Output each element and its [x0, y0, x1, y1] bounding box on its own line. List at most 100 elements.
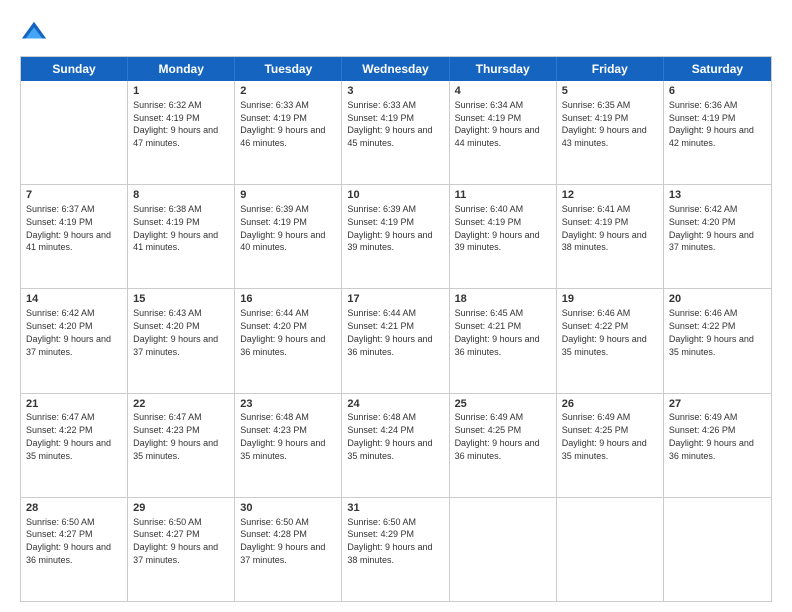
calendar-cell: 30Sunrise: 6:50 AM Sunset: 4:28 PM Dayli… — [235, 498, 342, 601]
header-day-tuesday: Tuesday — [235, 57, 342, 81]
calendar-cell: 18Sunrise: 6:45 AM Sunset: 4:21 PM Dayli… — [450, 289, 557, 392]
day-info: Sunrise: 6:48 AM Sunset: 4:24 PM Dayligh… — [347, 412, 432, 460]
page: SundayMondayTuesdayWednesdayThursdayFrid… — [0, 0, 792, 612]
day-number: 15 — [133, 292, 229, 307]
day-info: Sunrise: 6:41 AM Sunset: 4:19 PM Dayligh… — [562, 204, 647, 252]
calendar-cell: 19Sunrise: 6:46 AM Sunset: 4:22 PM Dayli… — [557, 289, 664, 392]
calendar-cell: 16Sunrise: 6:44 AM Sunset: 4:20 PM Dayli… — [235, 289, 342, 392]
calendar-cell: 22Sunrise: 6:47 AM Sunset: 4:23 PM Dayli… — [128, 394, 235, 497]
day-info: Sunrise: 6:44 AM Sunset: 4:21 PM Dayligh… — [347, 308, 432, 356]
day-number: 5 — [562, 84, 658, 99]
calendar: SundayMondayTuesdayWednesdayThursdayFrid… — [20, 56, 772, 602]
calendar-cell: 13Sunrise: 6:42 AM Sunset: 4:20 PM Dayli… — [664, 185, 771, 288]
calendar-cell — [21, 81, 128, 184]
calendar-row-5: 28Sunrise: 6:50 AM Sunset: 4:27 PM Dayli… — [21, 498, 771, 601]
day-info: Sunrise: 6:47 AM Sunset: 4:22 PM Dayligh… — [26, 412, 111, 460]
calendar-cell: 20Sunrise: 6:46 AM Sunset: 4:22 PM Dayli… — [664, 289, 771, 392]
header-day-saturday: Saturday — [664, 57, 771, 81]
day-info: Sunrise: 6:34 AM Sunset: 4:19 PM Dayligh… — [455, 100, 540, 148]
calendar-row-4: 21Sunrise: 6:47 AM Sunset: 4:22 PM Dayli… — [21, 394, 771, 498]
calendar-cell: 17Sunrise: 6:44 AM Sunset: 4:21 PM Dayli… — [342, 289, 449, 392]
day-number: 29 — [133, 501, 229, 516]
day-info: Sunrise: 6:38 AM Sunset: 4:19 PM Dayligh… — [133, 204, 218, 252]
calendar-cell — [557, 498, 664, 601]
calendar-cell — [664, 498, 771, 601]
calendar-row-3: 14Sunrise: 6:42 AM Sunset: 4:20 PM Dayli… — [21, 289, 771, 393]
calendar-cell: 25Sunrise: 6:49 AM Sunset: 4:25 PM Dayli… — [450, 394, 557, 497]
day-number: 9 — [240, 188, 336, 203]
calendar-cell: 8Sunrise: 6:38 AM Sunset: 4:19 PM Daylig… — [128, 185, 235, 288]
day-number: 2 — [240, 84, 336, 99]
day-info: Sunrise: 6:49 AM Sunset: 4:26 PM Dayligh… — [669, 412, 754, 460]
day-info: Sunrise: 6:32 AM Sunset: 4:19 PM Dayligh… — [133, 100, 218, 148]
day-number: 28 — [26, 501, 122, 516]
calendar-cell: 29Sunrise: 6:50 AM Sunset: 4:27 PM Dayli… — [128, 498, 235, 601]
day-info: Sunrise: 6:49 AM Sunset: 4:25 PM Dayligh… — [562, 412, 647, 460]
day-number: 16 — [240, 292, 336, 307]
header-day-sunday: Sunday — [21, 57, 128, 81]
day-info: Sunrise: 6:42 AM Sunset: 4:20 PM Dayligh… — [669, 204, 754, 252]
day-info: Sunrise: 6:47 AM Sunset: 4:23 PM Dayligh… — [133, 412, 218, 460]
header-day-thursday: Thursday — [450, 57, 557, 81]
day-number: 6 — [669, 84, 766, 99]
day-number: 23 — [240, 397, 336, 412]
calendar-cell: 27Sunrise: 6:49 AM Sunset: 4:26 PM Dayli… — [664, 394, 771, 497]
day-number: 24 — [347, 397, 443, 412]
day-number: 3 — [347, 84, 443, 99]
day-info: Sunrise: 6:50 AM Sunset: 4:27 PM Dayligh… — [26, 517, 111, 565]
day-number: 19 — [562, 292, 658, 307]
day-info: Sunrise: 6:40 AM Sunset: 4:19 PM Dayligh… — [455, 204, 540, 252]
calendar-cell: 23Sunrise: 6:48 AM Sunset: 4:23 PM Dayli… — [235, 394, 342, 497]
day-number: 7 — [26, 188, 122, 203]
calendar-cell: 14Sunrise: 6:42 AM Sunset: 4:20 PM Dayli… — [21, 289, 128, 392]
day-info: Sunrise: 6:33 AM Sunset: 4:19 PM Dayligh… — [240, 100, 325, 148]
day-number: 11 — [455, 188, 551, 203]
day-info: Sunrise: 6:39 AM Sunset: 4:19 PM Dayligh… — [240, 204, 325, 252]
header-day-friday: Friday — [557, 57, 664, 81]
day-number: 4 — [455, 84, 551, 99]
calendar-cell: 26Sunrise: 6:49 AM Sunset: 4:25 PM Dayli… — [557, 394, 664, 497]
calendar-cell: 15Sunrise: 6:43 AM Sunset: 4:20 PM Dayli… — [128, 289, 235, 392]
calendar-header: SundayMondayTuesdayWednesdayThursdayFrid… — [21, 57, 771, 81]
day-info: Sunrise: 6:35 AM Sunset: 4:19 PM Dayligh… — [562, 100, 647, 148]
day-number: 10 — [347, 188, 443, 203]
logo-icon — [20, 18, 48, 46]
day-info: Sunrise: 6:50 AM Sunset: 4:29 PM Dayligh… — [347, 517, 432, 565]
header-day-wednesday: Wednesday — [342, 57, 449, 81]
day-info: Sunrise: 6:50 AM Sunset: 4:28 PM Dayligh… — [240, 517, 325, 565]
day-info: Sunrise: 6:36 AM Sunset: 4:19 PM Dayligh… — [669, 100, 754, 148]
day-info: Sunrise: 6:48 AM Sunset: 4:23 PM Dayligh… — [240, 412, 325, 460]
day-number: 8 — [133, 188, 229, 203]
calendar-cell — [450, 498, 557, 601]
day-number: 1 — [133, 84, 229, 99]
day-info: Sunrise: 6:39 AM Sunset: 4:19 PM Dayligh… — [347, 204, 432, 252]
day-number: 30 — [240, 501, 336, 516]
day-number: 17 — [347, 292, 443, 307]
day-info: Sunrise: 6:50 AM Sunset: 4:27 PM Dayligh… — [133, 517, 218, 565]
day-info: Sunrise: 6:45 AM Sunset: 4:21 PM Dayligh… — [455, 308, 540, 356]
day-info: Sunrise: 6:37 AM Sunset: 4:19 PM Dayligh… — [26, 204, 111, 252]
day-info: Sunrise: 6:33 AM Sunset: 4:19 PM Dayligh… — [347, 100, 432, 148]
calendar-cell: 3Sunrise: 6:33 AM Sunset: 4:19 PM Daylig… — [342, 81, 449, 184]
calendar-row-1: 1Sunrise: 6:32 AM Sunset: 4:19 PM Daylig… — [21, 81, 771, 185]
day-number: 18 — [455, 292, 551, 307]
calendar-cell: 31Sunrise: 6:50 AM Sunset: 4:29 PM Dayli… — [342, 498, 449, 601]
day-info: Sunrise: 6:49 AM Sunset: 4:25 PM Dayligh… — [455, 412, 540, 460]
day-info: Sunrise: 6:42 AM Sunset: 4:20 PM Dayligh… — [26, 308, 111, 356]
calendar-cell: 21Sunrise: 6:47 AM Sunset: 4:22 PM Dayli… — [21, 394, 128, 497]
calendar-cell: 1Sunrise: 6:32 AM Sunset: 4:19 PM Daylig… — [128, 81, 235, 184]
day-number: 12 — [562, 188, 658, 203]
day-number: 31 — [347, 501, 443, 516]
logo — [20, 18, 52, 46]
header-day-monday: Monday — [128, 57, 235, 81]
calendar-cell: 10Sunrise: 6:39 AM Sunset: 4:19 PM Dayli… — [342, 185, 449, 288]
calendar-cell: 28Sunrise: 6:50 AM Sunset: 4:27 PM Dayli… — [21, 498, 128, 601]
calendar-cell: 6Sunrise: 6:36 AM Sunset: 4:19 PM Daylig… — [664, 81, 771, 184]
day-number: 27 — [669, 397, 766, 412]
day-number: 25 — [455, 397, 551, 412]
calendar-cell: 5Sunrise: 6:35 AM Sunset: 4:19 PM Daylig… — [557, 81, 664, 184]
day-number: 26 — [562, 397, 658, 412]
day-info: Sunrise: 6:44 AM Sunset: 4:20 PM Dayligh… — [240, 308, 325, 356]
calendar-cell: 12Sunrise: 6:41 AM Sunset: 4:19 PM Dayli… — [557, 185, 664, 288]
calendar-cell: 7Sunrise: 6:37 AM Sunset: 4:19 PM Daylig… — [21, 185, 128, 288]
